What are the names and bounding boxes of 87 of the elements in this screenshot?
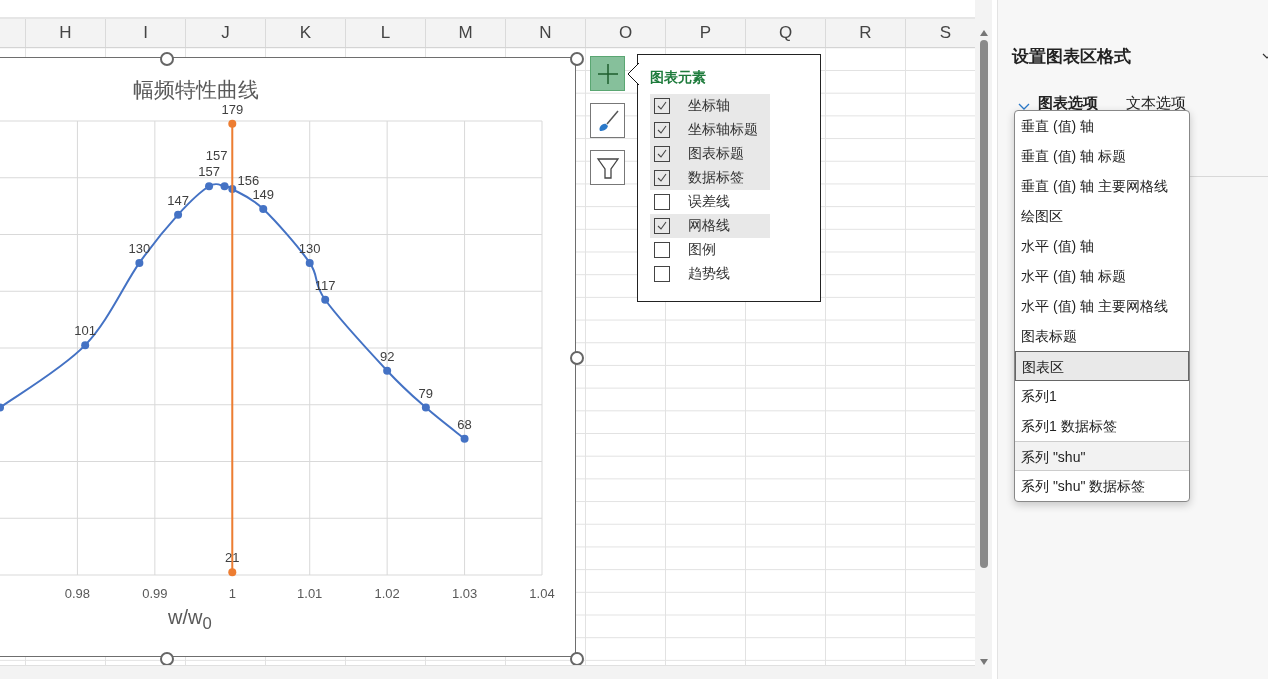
axis-tick-label: 0.99 bbox=[142, 586, 168, 601]
checkbox[interactable] bbox=[654, 242, 670, 258]
data-point[interactable] bbox=[259, 204, 268, 213]
axis-tick-label: 0.98 bbox=[64, 586, 91, 601]
checkbox[interactable] bbox=[654, 122, 670, 138]
checkbox-label[interactable]: 图例 bbox=[688, 241, 716, 259]
data-point[interactable] bbox=[220, 182, 229, 191]
data-point[interactable] bbox=[383, 366, 392, 375]
horizontal-scrollbar[interactable] bbox=[0, 665, 975, 679]
data-point[interactable] bbox=[0, 403, 4, 412]
checkbox[interactable] bbox=[654, 218, 670, 234]
list-item[interactable]: 水平 (值) 轴 标题 bbox=[1015, 261, 1189, 291]
checkbox[interactable] bbox=[654, 194, 670, 210]
chart-tool-button[interactable] bbox=[590, 56, 625, 91]
checkbox[interactable] bbox=[654, 146, 670, 162]
axis-tick-label: 1 bbox=[228, 586, 236, 601]
list-item[interactable]: 水平 (值) 轴 主要网格线 bbox=[1015, 291, 1189, 321]
axis-tick-label: 1.02 bbox=[374, 586, 400, 601]
list-item[interactable]: 图表标题 bbox=[1015, 321, 1189, 351]
data-label: 179 bbox=[221, 101, 244, 117]
column-header[interactable]: R bbox=[826, 19, 906, 47]
data-label: 156 bbox=[237, 173, 260, 189]
data-label: 147 bbox=[167, 192, 189, 208]
pane-title: 设置图表区格式 bbox=[1012, 46, 1131, 68]
checkbox[interactable] bbox=[654, 170, 670, 186]
list-item[interactable]: 系列1 bbox=[1015, 381, 1189, 411]
axis-tick-label: 1.03 bbox=[451, 586, 478, 601]
list-item[interactable]: 绘图区 bbox=[1015, 201, 1189, 231]
axis-tick-label: 1.04 bbox=[529, 586, 555, 601]
column-header[interactable]: K bbox=[266, 19, 346, 47]
resize-handle[interactable] bbox=[570, 652, 584, 665]
column-header[interactable]: Q bbox=[746, 19, 826, 47]
column-header[interactable]: M bbox=[426, 19, 506, 47]
chart-tool-button[interactable] bbox=[590, 103, 625, 138]
list-item[interactable]: 图表区 bbox=[1015, 351, 1189, 381]
data-point[interactable] bbox=[135, 258, 144, 267]
list-item[interactable]: 垂直 (值) 轴 主要网格线 bbox=[1015, 171, 1189, 201]
scroll-up-icon[interactable] bbox=[979, 30, 988, 36]
data-label: 79 bbox=[418, 385, 434, 401]
plus-icon bbox=[596, 62, 619, 85]
data-label: 149 bbox=[252, 186, 275, 202]
scroll-down-icon[interactable] bbox=[979, 659, 988, 665]
data-point[interactable] bbox=[174, 210, 183, 219]
column-header[interactable]: H bbox=[26, 19, 106, 47]
data-label: 92 bbox=[379, 348, 395, 364]
data-point[interactable] bbox=[421, 403, 430, 412]
column-header[interactable]: I bbox=[106, 19, 186, 47]
checkbox[interactable] bbox=[654, 98, 670, 114]
data-point[interactable] bbox=[228, 185, 237, 194]
data-label: 101 bbox=[74, 323, 96, 339]
data-point[interactable] bbox=[321, 295, 330, 304]
vertical-scrollbar[interactable] bbox=[975, 0, 992, 679]
scrollbar-thumb[interactable] bbox=[979, 40, 988, 568]
data-point[interactable] bbox=[205, 182, 214, 191]
data-point[interactable] bbox=[305, 258, 314, 267]
data-point[interactable] bbox=[81, 341, 90, 350]
checkbox[interactable] bbox=[654, 266, 670, 282]
resize-handle[interactable] bbox=[570, 52, 584, 66]
list-item[interactable]: 系列 "shu" bbox=[1015, 441, 1189, 471]
chart-tool-button[interactable] bbox=[590, 150, 625, 185]
data-point[interactable] bbox=[228, 568, 237, 577]
column-header[interactable]: P bbox=[666, 19, 746, 47]
resize-handle[interactable] bbox=[160, 652, 174, 665]
checkbox-label[interactable]: 趋势线 bbox=[688, 265, 730, 283]
chart-title: 幅频特性曲线 bbox=[133, 77, 259, 103]
filter-icon bbox=[595, 155, 620, 180]
column-header[interactable]: N bbox=[506, 19, 586, 47]
list-item[interactable]: 系列 "shu" 数据标签 bbox=[1015, 471, 1189, 501]
column-header[interactable]: L bbox=[346, 19, 426, 47]
data-point[interactable] bbox=[460, 434, 469, 443]
data-point[interactable] bbox=[228, 119, 237, 128]
checkbox-label[interactable]: 误差线 bbox=[688, 193, 730, 211]
column-header[interactable]: O bbox=[586, 19, 666, 47]
axis-tick-label: 1.01 bbox=[297, 586, 323, 601]
data-label: 130 bbox=[298, 240, 321, 256]
list-item[interactable]: 垂直 (值) 轴 标题 bbox=[1015, 141, 1189, 171]
column-header[interactable]: J bbox=[186, 19, 266, 47]
data-label: 130 bbox=[128, 240, 151, 256]
data-label: 157 bbox=[198, 164, 220, 180]
data-label: 157 bbox=[205, 148, 228, 164]
data-label: 68 bbox=[457, 416, 472, 432]
resize-handle[interactable] bbox=[570, 351, 584, 365]
axis-title: w/w$_{0}$ bbox=[168, 606, 212, 634]
list-item[interactable]: 系列1 数据标签 bbox=[1015, 411, 1189, 441]
list-item[interactable]: 水平 (值) 轴 bbox=[1015, 231, 1189, 261]
popup-title: 图表元素 bbox=[650, 69, 707, 87]
resize-handle[interactable] bbox=[160, 52, 174, 66]
